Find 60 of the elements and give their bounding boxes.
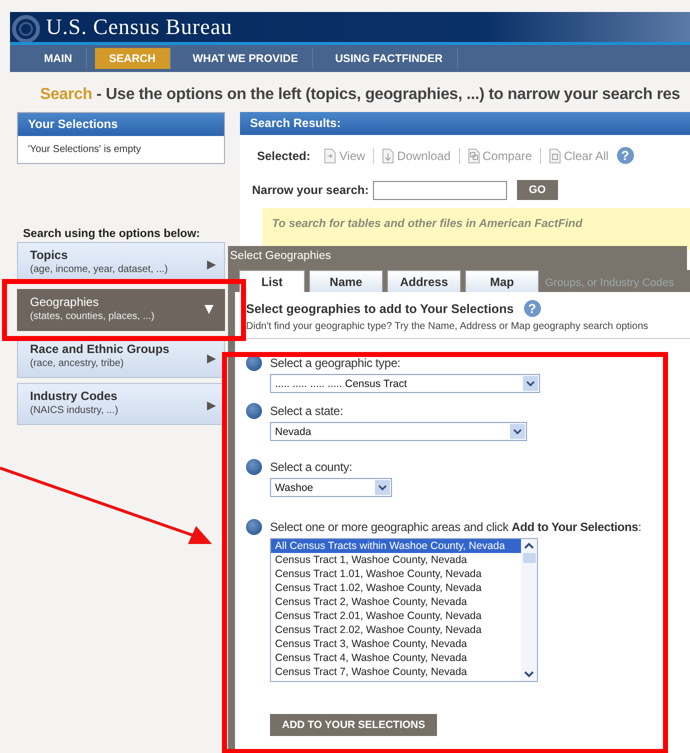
chevron-down-icon <box>510 424 525 439</box>
empty-message: 'Your Selections' is empty <box>27 143 142 157</box>
list-option[interactable]: Census Tract 7, Washoe County, Nevada <box>271 665 521 679</box>
page-heading: Search - Use the options on the left (topics, geographies, ...) to narrow your search res <box>40 86 682 105</box>
caret-down-icon <box>202 305 216 314</box>
document-icon <box>468 148 480 164</box>
panel-title: Search Results: <box>240 112 690 135</box>
list-option[interactable]: Census Tract 1.01, Washoe County, Nevada <box>271 567 521 581</box>
step-bullet-icon <box>246 459 262 475</box>
scrollbar[interactable] <box>521 539 537 681</box>
step-label: Select a county: <box>270 460 352 474</box>
list-option[interactable]: Census Tract 1, Washoe County, Nevada <box>271 553 521 567</box>
list-option[interactable]: Census Tract 1.02, Washoe County, Nevada <box>271 581 521 595</box>
dropdown[interactable]: Nevada <box>270 422 527 441</box>
list-option[interactable]: Census Tract 2, Washoe County, Nevada <box>271 595 521 609</box>
scrollbar-thumb[interactable] <box>522 553 536 563</box>
dialog-tab[interactable]: Address <box>387 270 461 292</box>
dialog-heading: Select geographies to add to Your Selections <box>246 302 514 316</box>
dialog-tab[interactable]: Map <box>465 270 539 292</box>
background-text: Groups, or Industry Codes <box>545 277 674 291</box>
selected-label: Selected: <box>257 148 310 162</box>
narrow-search-label: Narrow your search: <box>252 183 369 197</box>
panel-title: Your Selections <box>18 113 224 136</box>
list-option[interactable]: Census Tract 2.01, Washoe County, Nevada <box>271 609 521 623</box>
step-label: Select a state: <box>270 404 344 418</box>
dropdown[interactable]: Washoe <box>270 478 392 497</box>
step-label: Select a geographic type: <box>270 356 400 370</box>
document-icon <box>324 148 336 164</box>
step-label: Select one or more geographic areas and click Add to Your Selections: <box>270 520 642 534</box>
dropdown[interactable]: ..... ..... ..... ..... Census Tract <box>270 374 540 393</box>
option-item[interactable]: Geographies (states, counties, places, ...) <box>17 289 225 331</box>
nav-tab[interactable]: MAIN <box>30 48 88 69</box>
hint-text: To search for tables and other files in American FactFind <box>272 218 582 230</box>
list-option[interactable]: All Census Tracts within Washoe County, Nevada <box>271 539 521 553</box>
options-heading: Search using the options below: <box>23 228 201 240</box>
option-item[interactable]: Industry Codes (NAICS industry, ...) <box>17 383 225 425</box>
site-title[interactable]: U.S. Census Bureau <box>46 14 232 40</box>
dialog-note: Didn't find your geographic type? Try the Name, Address or Map geography search options <box>246 321 690 339</box>
dialog-title: Select Geographies <box>228 246 687 270</box>
caret-right-icon <box>207 352 216 366</box>
list-option[interactable]: Census Tract 3, Washoe County, Nevada <box>271 637 521 651</box>
caret-right-icon <box>207 258 216 272</box>
caret-right-icon <box>207 399 216 413</box>
list-box[interactable] <box>270 538 538 682</box>
step-bullet-icon <box>246 519 262 535</box>
chevron-down-icon <box>523 376 538 391</box>
add-button[interactable]: ADD TO YOUR SELECTIONS <box>270 714 438 736</box>
go-button[interactable]: GO <box>516 180 558 200</box>
chevron-down-icon <box>375 480 390 495</box>
seal-drawing <box>10 12 42 42</box>
document-icon <box>548 148 561 164</box>
dialog-tab[interactable]: Name <box>309 270 383 292</box>
search-field[interactable] <box>372 180 507 200</box>
nav-tab[interactable]: WHAT WE PROVIDE <box>178 48 314 69</box>
nav-tab[interactable]: USING FACTFINDER <box>321 48 458 69</box>
list-option[interactable]: Census Tract 2.02, Washoe County, Nevada <box>271 623 521 637</box>
dialog-tab[interactable]: List <box>239 270 305 292</box>
list-option[interactable]: Census Tract 4, Washoe County, Nevada <box>271 651 521 665</box>
step-bullet-icon <box>246 403 262 419</box>
document-icon <box>382 148 394 164</box>
